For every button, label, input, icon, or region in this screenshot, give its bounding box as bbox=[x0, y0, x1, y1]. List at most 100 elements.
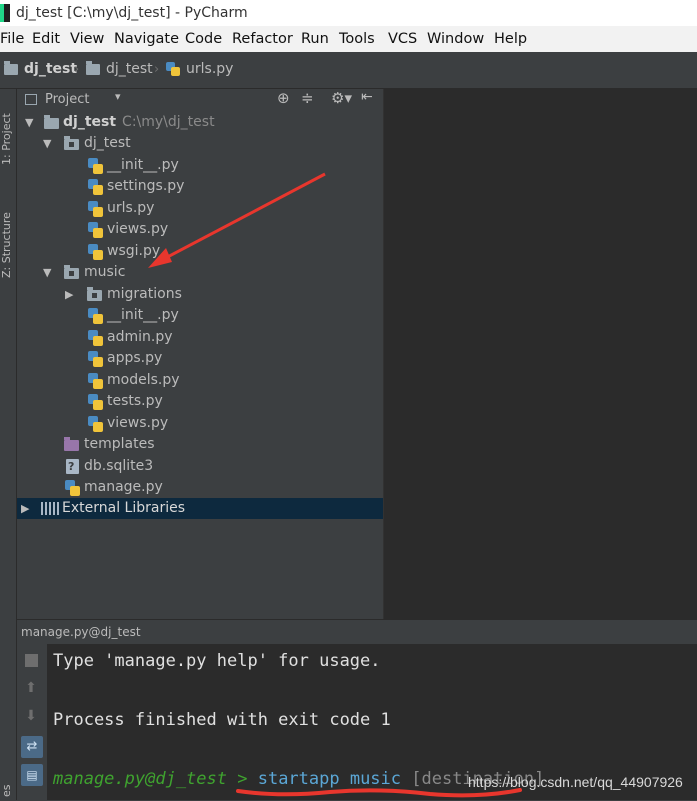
gear-icon[interactable]: ⚙▾ bbox=[331, 89, 352, 107]
tree-item-file[interactable]: tests.py bbox=[17, 391, 383, 412]
expand-arrow-icon[interactable]: ▼ bbox=[43, 133, 51, 154]
templates-folder-icon bbox=[64, 437, 79, 451]
tree-item-label: External Libraries bbox=[62, 500, 185, 516]
project-view-selector[interactable]: Project bbox=[45, 92, 89, 107]
tree-item-label: __init__.py bbox=[107, 307, 179, 323]
tree-item-file[interactable]: apps.py bbox=[17, 348, 383, 369]
python-file-icon bbox=[88, 158, 103, 174]
run-panel-header: manage.py@dj_test bbox=[17, 619, 697, 644]
run-panel-title: manage.py@dj_test bbox=[21, 625, 141, 639]
tree-item-label: views.py bbox=[107, 415, 169, 431]
locate-icon[interactable]: ⊕ bbox=[277, 89, 290, 107]
project-tree: ▼ dj_test C:\my\dj_test ▼ dj_test __init_… bbox=[17, 111, 383, 619]
chevron-down-icon[interactable]: ▾ bbox=[115, 90, 121, 103]
menu-code[interactable]: Code bbox=[185, 26, 222, 52]
tree-item-label: templates bbox=[84, 436, 155, 452]
project-panel-header: Project ▾ ⊕ ≑ ⚙▾ ⇤ bbox=[17, 89, 383, 112]
python-file-icon bbox=[88, 244, 103, 260]
python-file-icon bbox=[88, 201, 103, 217]
tree-item-label: wsgi.py bbox=[107, 243, 161, 259]
tree-item-file-manage[interactable]: manage.py bbox=[17, 477, 383, 498]
tree-item-label: dj_test bbox=[63, 114, 117, 130]
tree-item-file[interactable]: settings.py bbox=[17, 176, 383, 197]
python-file-icon bbox=[88, 222, 103, 238]
tree-item-file-db[interactable]: db.sqlite3 bbox=[17, 456, 383, 477]
tree-item-folder-templates[interactable]: templates bbox=[17, 434, 383, 455]
watermark: https://blog.csdn.net/qq_44907926 bbox=[468, 774, 683, 790]
package-folder-icon bbox=[64, 136, 79, 150]
tree-item-file[interactable]: admin.py bbox=[17, 327, 383, 348]
breadcrumb-item-package[interactable]: dj_test bbox=[86, 60, 153, 77]
tree-item-file[interactable]: views.py bbox=[17, 219, 383, 240]
python-file-icon bbox=[88, 394, 103, 410]
panel-divider[interactable] bbox=[383, 89, 384, 619]
menu-file[interactable]: File bbox=[0, 26, 24, 52]
python-file-icon bbox=[88, 179, 103, 195]
menu-edit[interactable]: Edit bbox=[32, 26, 60, 52]
expand-arrow-icon[interactable]: ▼ bbox=[43, 262, 51, 283]
stop-icon[interactable] bbox=[25, 654, 38, 667]
chevron-right-icon: › bbox=[74, 62, 80, 77]
project-view-icon bbox=[25, 94, 37, 105]
tree-item-folder-migrations[interactable]: ▶ migrations bbox=[17, 284, 383, 305]
breadcrumb-label: dj_test bbox=[106, 61, 153, 77]
menu-run[interactable]: Run bbox=[301, 26, 329, 52]
tree-item-external-libraries[interactable]: ▶ External Libraries bbox=[17, 498, 383, 519]
editor-area[interactable] bbox=[383, 89, 697, 619]
library-icon bbox=[41, 502, 59, 515]
tree-item-label: manage.py bbox=[84, 479, 163, 495]
breadcrumb-item-file[interactable]: urls.py bbox=[166, 61, 233, 77]
breadcrumb: dj_test › dj_test › urls.py bbox=[0, 52, 697, 89]
menu-bar: File Edit View Navigate Code Refactor Ru… bbox=[0, 26, 697, 52]
tree-item-label: dj_test bbox=[84, 135, 131, 151]
python-file-icon bbox=[166, 62, 180, 76]
tree-item-label: views.py bbox=[107, 221, 169, 237]
console-icon[interactable]: ▤ bbox=[21, 764, 43, 786]
breadcrumb-item-project[interactable]: dj_test bbox=[4, 60, 78, 77]
menu-navigate[interactable]: Navigate bbox=[114, 26, 179, 52]
menu-help[interactable]: Help bbox=[494, 26, 527, 52]
console-command: startapp music bbox=[257, 769, 402, 789]
menu-view[interactable]: View bbox=[70, 26, 104, 52]
tab-bottom[interactable]: es bbox=[0, 781, 16, 801]
tree-item-label: music bbox=[84, 264, 126, 280]
menu-vcs[interactable]: VCS bbox=[388, 26, 417, 52]
soft-wrap-icon[interactable]: ⇄ bbox=[21, 736, 43, 758]
pycharm-icon bbox=[0, 4, 10, 22]
tree-item-package-music[interactable]: ▼ music bbox=[17, 262, 383, 283]
tree-item-label: tests.py bbox=[107, 393, 163, 409]
collapse-all-icon[interactable]: ≑ bbox=[301, 89, 314, 107]
tree-item-label: admin.py bbox=[107, 329, 173, 345]
scroll-up-icon[interactable]: ⬆ bbox=[23, 680, 39, 696]
collapse-arrow-icon[interactable]: ▶ bbox=[65, 284, 73, 305]
package-folder-icon bbox=[87, 287, 102, 301]
tab-project[interactable]: 1: Project bbox=[0, 97, 16, 181]
tree-item-label: urls.py bbox=[107, 200, 155, 216]
package-folder-icon bbox=[64, 265, 79, 279]
collapse-arrow-icon[interactable]: ▶ bbox=[21, 498, 29, 519]
python-file-icon bbox=[88, 416, 103, 432]
tree-item-label: migrations bbox=[107, 286, 182, 302]
tree-item-file[interactable]: urls.py bbox=[17, 198, 383, 219]
tree-item-package-dj-test[interactable]: ▼ dj_test bbox=[17, 133, 383, 154]
menu-tools[interactable]: Tools bbox=[339, 26, 375, 52]
tree-item-file[interactable]: __init__.py bbox=[17, 155, 383, 176]
window-title: dj_test [C:\my\dj_test] - PyCharm bbox=[16, 5, 248, 21]
expand-arrow-icon[interactable]: ▼ bbox=[25, 112, 33, 133]
folder-icon bbox=[4, 60, 18, 75]
tree-item-file[interactable]: views.py bbox=[17, 413, 383, 434]
hide-panel-icon[interactable]: ⇤ bbox=[361, 89, 373, 105]
tree-item-label: models.py bbox=[107, 372, 180, 388]
menu-refactor[interactable]: Refactor bbox=[232, 26, 293, 52]
tree-item-label: __init__.py bbox=[107, 157, 179, 173]
breadcrumb-label: dj_test bbox=[24, 61, 78, 77]
python-file-icon bbox=[65, 480, 80, 496]
tree-item-file[interactable]: __init__.py bbox=[17, 305, 383, 326]
tree-item-file[interactable]: models.py bbox=[17, 370, 383, 391]
scroll-down-icon[interactable]: ⬇ bbox=[23, 708, 39, 724]
tree-item-file[interactable]: wsgi.py bbox=[17, 241, 383, 262]
menu-window[interactable]: Window bbox=[427, 26, 484, 52]
python-file-icon bbox=[88, 351, 103, 367]
tree-item-root[interactable]: ▼ dj_test C:\my\dj_test bbox=[17, 112, 383, 133]
tab-structure[interactable]: Z: Structure bbox=[0, 199, 16, 291]
